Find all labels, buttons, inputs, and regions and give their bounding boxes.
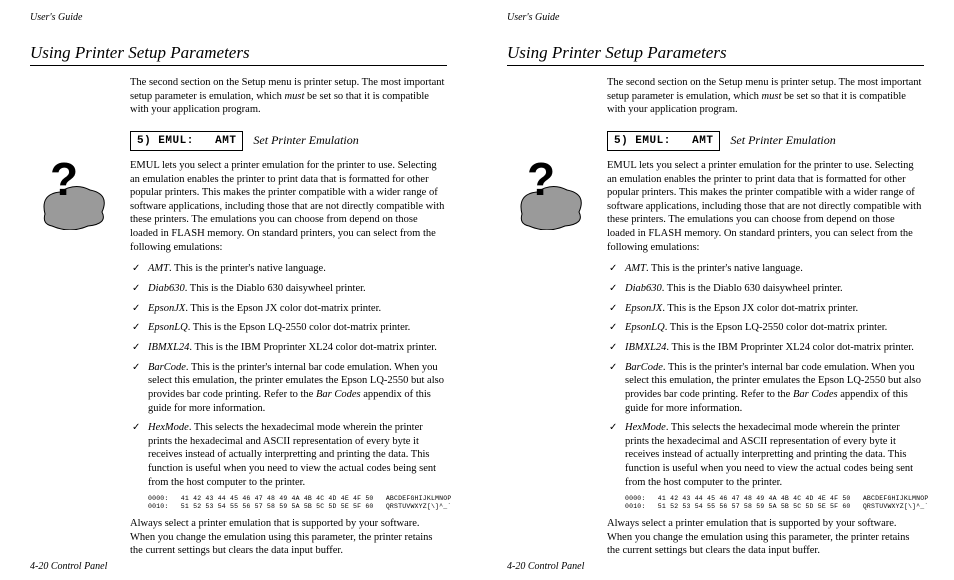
- list-item: HexMode. This selects the hexadecimal mo…: [607, 421, 924, 489]
- running-head: User's Guide: [30, 12, 447, 23]
- question-mark-icon: ?: [50, 156, 78, 202]
- list-item: Diab630. This is the Diablo 630 daisywhe…: [607, 282, 924, 296]
- body-column: The second section on the Setup menu is …: [607, 76, 924, 558]
- list-item: HexMode. This selects the hexadecimal mo…: [130, 421, 447, 489]
- intro-paragraph: The second section on the Setup menu is …: [607, 76, 924, 117]
- emulation-list: AMT. This is the printer's native langua…: [130, 262, 447, 489]
- hex-dump: 0000: 41 42 43 44 45 46 47 48 49 4A 4B 4…: [148, 495, 447, 511]
- parameter-display: 5) EMUL: AMT: [607, 131, 720, 151]
- list-item: Diab630. This is the Diablo 630 daisywhe…: [130, 282, 447, 296]
- list-item: IBMXL24. This is the IBM Proprinter XL24…: [607, 341, 924, 355]
- parameter-display: 5) EMUL: AMT: [130, 131, 243, 151]
- list-item: EpsonLQ. This is the Epson LQ-2550 color…: [607, 321, 924, 335]
- section-title: Using Printer Setup Parameters: [30, 43, 447, 66]
- section-title: Using Printer Setup Parameters: [507, 43, 924, 66]
- list-item: AMT. This is the printer's native langua…: [607, 262, 924, 276]
- emulation-list: AMT. This is the printer's native langua…: [607, 262, 924, 489]
- description-paragraph: EMUL lets you select a printer emulation…: [130, 159, 447, 254]
- page-spread: User's Guide Using Printer Setup Paramet…: [0, 0, 954, 580]
- parameter-row: 5) EMUL: AMT Set Printer Emulation: [607, 131, 924, 151]
- closing-paragraph: Always select a printer emulation that i…: [130, 517, 447, 558]
- parameter-label: Set Printer Emulation: [253, 133, 358, 148]
- description-paragraph: EMUL lets you select a printer emulation…: [607, 159, 924, 254]
- page-right: User's Guide Using Printer Setup Paramet…: [477, 0, 954, 580]
- parameter-label: Set Printer Emulation: [730, 133, 835, 148]
- closing-paragraph: Always select a printer emulation that i…: [607, 517, 924, 558]
- page-footer: 4-20 Control Panel: [507, 561, 584, 572]
- list-item: AMT. This is the printer's native langua…: [130, 262, 447, 276]
- list-item: IBMXL24. This is the IBM Proprinter XL24…: [130, 341, 447, 355]
- list-item: BarCode. This is the printer's internal …: [607, 361, 924, 416]
- hex-dump: 0000: 41 42 43 44 45 46 47 48 49 4A 4B 4…: [625, 495, 924, 511]
- list-item: EpsonLQ. This is the Epson LQ-2550 color…: [130, 321, 447, 335]
- page-left: User's Guide Using Printer Setup Paramet…: [0, 0, 477, 580]
- intro-must: must: [285, 91, 305, 102]
- body-column: The second section on the Setup menu is …: [130, 76, 447, 558]
- question-mark-icon: ?: [527, 156, 555, 202]
- intro-paragraph: The second section on the Setup menu is …: [130, 76, 447, 117]
- list-item: EpsonJX. This is the Epson JX color dot-…: [130, 302, 447, 316]
- intro-must: must: [762, 91, 782, 102]
- list-item: EpsonJX. This is the Epson JX color dot-…: [607, 302, 924, 316]
- page-footer: 4-20 Control Panel: [30, 561, 107, 572]
- running-head: User's Guide: [507, 12, 924, 23]
- parameter-row: 5) EMUL: AMT Set Printer Emulation: [130, 131, 447, 151]
- list-item: BarCode. This is the printer's internal …: [130, 361, 447, 416]
